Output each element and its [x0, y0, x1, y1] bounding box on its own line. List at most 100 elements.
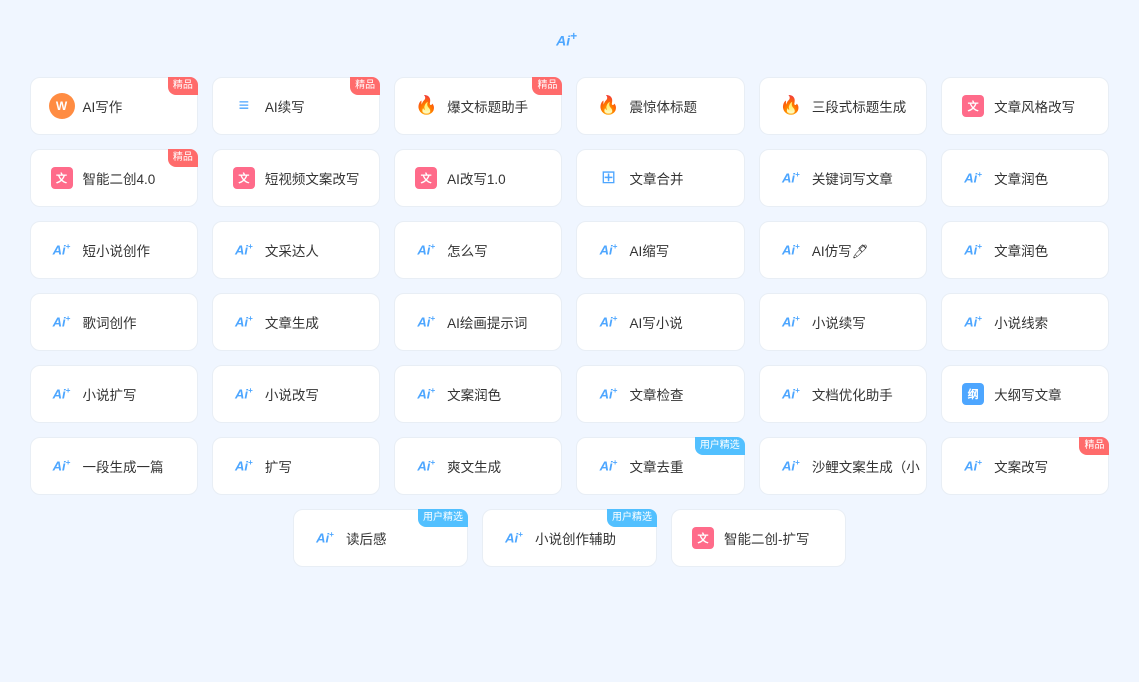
- badge-label: 用户精选: [418, 509, 468, 527]
- ai-icon: Ai+: [413, 309, 439, 335]
- card-label-novel-rewrite: 小说改写: [265, 384, 319, 404]
- card-copy-rewrite[interactable]: 精品 Ai+ 文案改写: [941, 437, 1109, 495]
- card-label-keyword-write: 关键词写文章: [812, 168, 893, 188]
- card-label-article-polish2: 文章润色: [994, 240, 1048, 260]
- ai-icon: Ai+: [49, 453, 75, 479]
- card-label-novel-expand: 小说扩写: [83, 384, 137, 404]
- card-label-how-to-write: 怎么写: [447, 240, 488, 260]
- card-novel-assist[interactable]: 用户精选Ai+小说创作辅助: [482, 509, 657, 567]
- card-label-smart-recreate2: 智能二创-扩写: [724, 528, 810, 548]
- card-article-gen[interactable]: Ai+文章生成: [212, 293, 380, 351]
- badge-label: 精品: [350, 77, 380, 95]
- badge-label: 精品: [168, 77, 198, 95]
- card-label-lyric-create: 歌词创作: [83, 312, 137, 332]
- grid-row-2: Ai+短小说创作Ai+文采达人Ai+怎么写Ai+AI缩写Ai+AI仿写🖊Ai+文…: [30, 221, 1110, 279]
- grid-row-0: 精品WAI写作精品≡AI续写精品🔥爆文标题助手🔥震惊体标题🔥三段式标题生成文文章…: [30, 77, 1110, 135]
- ai-icon: Ai+: [312, 525, 338, 551]
- card-label-short-video: 短视频文案改写: [265, 168, 360, 188]
- card-article-merge[interactable]: ⊞ 文章合并: [576, 149, 744, 207]
- card-short-novel[interactable]: Ai+短小说创作: [30, 221, 198, 279]
- card-smart-recreate2[interactable]: 文智能二创-扩写: [671, 509, 846, 567]
- card-label-smart-recreate: 智能二创4.0: [83, 168, 156, 188]
- card-cool-gen[interactable]: Ai+爽文生成: [394, 437, 562, 495]
- card-three-title[interactable]: 🔥 三段式标题生成: [759, 77, 927, 135]
- card-one-para-gen[interactable]: Ai+ 一段生成一篇: [30, 437, 198, 495]
- ai-icon: Ai+: [49, 381, 75, 407]
- card-label-ai-rewrite: AI改写1.0: [447, 168, 506, 188]
- ai-icon: Ai+: [231, 381, 257, 407]
- doc-red-icon: 文: [690, 525, 716, 551]
- card-label-novel-clue: 小说线索: [994, 312, 1048, 332]
- tools-grid: 精品WAI写作精品≡AI续写精品🔥爆文标题助手🔥震惊体标题🔥三段式标题生成文文章…: [30, 77, 1110, 567]
- card-article-polish2[interactable]: Ai+文章润色: [941, 221, 1109, 279]
- card-copy-polish[interactable]: Ai+ 文案润色: [394, 365, 562, 423]
- card-label-expand-write: 扩写: [265, 456, 292, 476]
- fire-red-icon: 🔥: [595, 93, 621, 119]
- card-novel-continue[interactable]: Ai+小说续写: [759, 293, 927, 351]
- card-label-ai-draw-prompt: AI绘画提示词: [447, 312, 527, 332]
- card-label-three-title: 三段式标题生成: [812, 96, 907, 116]
- ai-icon: Ai+: [49, 237, 75, 263]
- card-ai-imitate[interactable]: Ai+AI仿写🖊: [759, 221, 927, 279]
- ai-icon: Ai+: [960, 165, 986, 191]
- card-reading-review[interactable]: 用户精选 Ai+ 读后感: [293, 509, 468, 567]
- card-label-reading-review: 读后感: [346, 528, 387, 548]
- ai-drop-icon: Ai+: [778, 237, 804, 263]
- ai-icon: Ai+: [49, 309, 75, 335]
- ai-icon: Ai+: [413, 381, 439, 407]
- ai-icon: Ai+: [595, 453, 621, 479]
- card-short-video[interactable]: 文短视频文案改写: [212, 149, 380, 207]
- card-novel-expand[interactable]: Ai+ 小说扩写: [30, 365, 198, 423]
- card-label-copy-rewrite: 文案改写: [994, 456, 1048, 476]
- card-label-one-para-gen: 一段生成一篇: [83, 456, 164, 476]
- card-label-ai-shorten: AI缩写: [629, 240, 669, 260]
- grid-row-5: Ai+一段生成一篇Ai+扩写Ai+爽文生成用户精选Ai+文章去重Ai+沙鲤文案生…: [30, 437, 1110, 495]
- card-smart-recreate[interactable]: 精品文智能二创4.0: [30, 149, 198, 207]
- card-keyword-write[interactable]: Ai+关键词写文章: [759, 149, 927, 207]
- card-article-dedup[interactable]: 用户精选Ai+文章去重: [576, 437, 744, 495]
- badge-label: 精品: [1079, 437, 1109, 455]
- card-ai-continue[interactable]: 精品≡AI续写: [212, 77, 380, 135]
- card-shalidi-copy[interactable]: Ai+沙鲤文案生成（小: [759, 437, 927, 495]
- card-label-article-merge: 文章合并: [629, 168, 683, 188]
- list-icon: ≡: [231, 93, 257, 119]
- card-ai-draw-prompt[interactable]: Ai+ AI绘画提示词: [394, 293, 562, 351]
- card-article-style[interactable]: 文文章风格改写: [941, 77, 1109, 135]
- doc-red-icon: 文: [960, 93, 986, 119]
- page-title: Ai+: [556, 30, 583, 49]
- ai-icon: Ai+: [595, 309, 621, 335]
- ai-icon: Ai+: [960, 309, 986, 335]
- card-expand-write[interactable]: Ai+扩写: [212, 437, 380, 495]
- card-novel-clue[interactable]: Ai+ 小说线索: [941, 293, 1109, 351]
- card-ai-novel-write[interactable]: Ai+AI写小说: [576, 293, 744, 351]
- ai-icon: Ai+: [231, 237, 257, 263]
- card-label-article-dedup: 文章去重: [629, 456, 683, 476]
- ai-icon: Ai+: [413, 237, 439, 263]
- card-label-cool-gen: 爽文生成: [447, 456, 501, 476]
- card-ai-rewrite[interactable]: 文AI改写1.0: [394, 149, 562, 207]
- card-outline-write[interactable]: 纲大纲写文章: [941, 365, 1109, 423]
- card-hot-title[interactable]: 精品🔥爆文标题助手: [394, 77, 562, 135]
- card-label-article-gen: 文章生成: [265, 312, 319, 332]
- grid-row-1: 精品文智能二创4.0文短视频文案改写文AI改写1.0⊞文章合并Ai+关键词写文章…: [30, 149, 1110, 207]
- card-ai-write[interactable]: 精品WAI写作: [30, 77, 198, 135]
- merge-icon: ⊞: [595, 165, 621, 191]
- card-article-check[interactable]: Ai+文章检查: [576, 365, 744, 423]
- fire-orange-icon: 🔥: [778, 93, 804, 119]
- card-prose-master[interactable]: Ai+文采达人: [212, 221, 380, 279]
- card-shock-title[interactable]: 🔥 震惊体标题: [576, 77, 744, 135]
- card-ai-shorten[interactable]: Ai+AI缩写: [576, 221, 744, 279]
- ai-icon: Ai+: [960, 453, 986, 479]
- grid-row-4: Ai+ 小说扩写 Ai+ 小说改写 Ai+ 文案润色 Ai+文章检查 Ai+文档优化助手纲大纲…: [30, 365, 1110, 423]
- card-label-copy-polish: 文案润色: [447, 384, 501, 404]
- badge-label: 用户精选: [607, 509, 657, 527]
- card-novel-rewrite[interactable]: Ai+ 小说改写: [212, 365, 380, 423]
- ai-icon: Ai+: [778, 309, 804, 335]
- card-label-shalidi-copy: 沙鲤文案生成（小: [812, 456, 920, 476]
- badge-label: 精品: [168, 149, 198, 167]
- card-how-to-write[interactable]: Ai+ 怎么写: [394, 221, 562, 279]
- card-lyric-create[interactable]: Ai+ 歌词创作: [30, 293, 198, 351]
- card-article-polish1[interactable]: Ai+文章润色: [941, 149, 1109, 207]
- card-label-shock-title: 震惊体标题: [629, 96, 697, 116]
- card-doc-optimize[interactable]: Ai+文档优化助手: [759, 365, 927, 423]
